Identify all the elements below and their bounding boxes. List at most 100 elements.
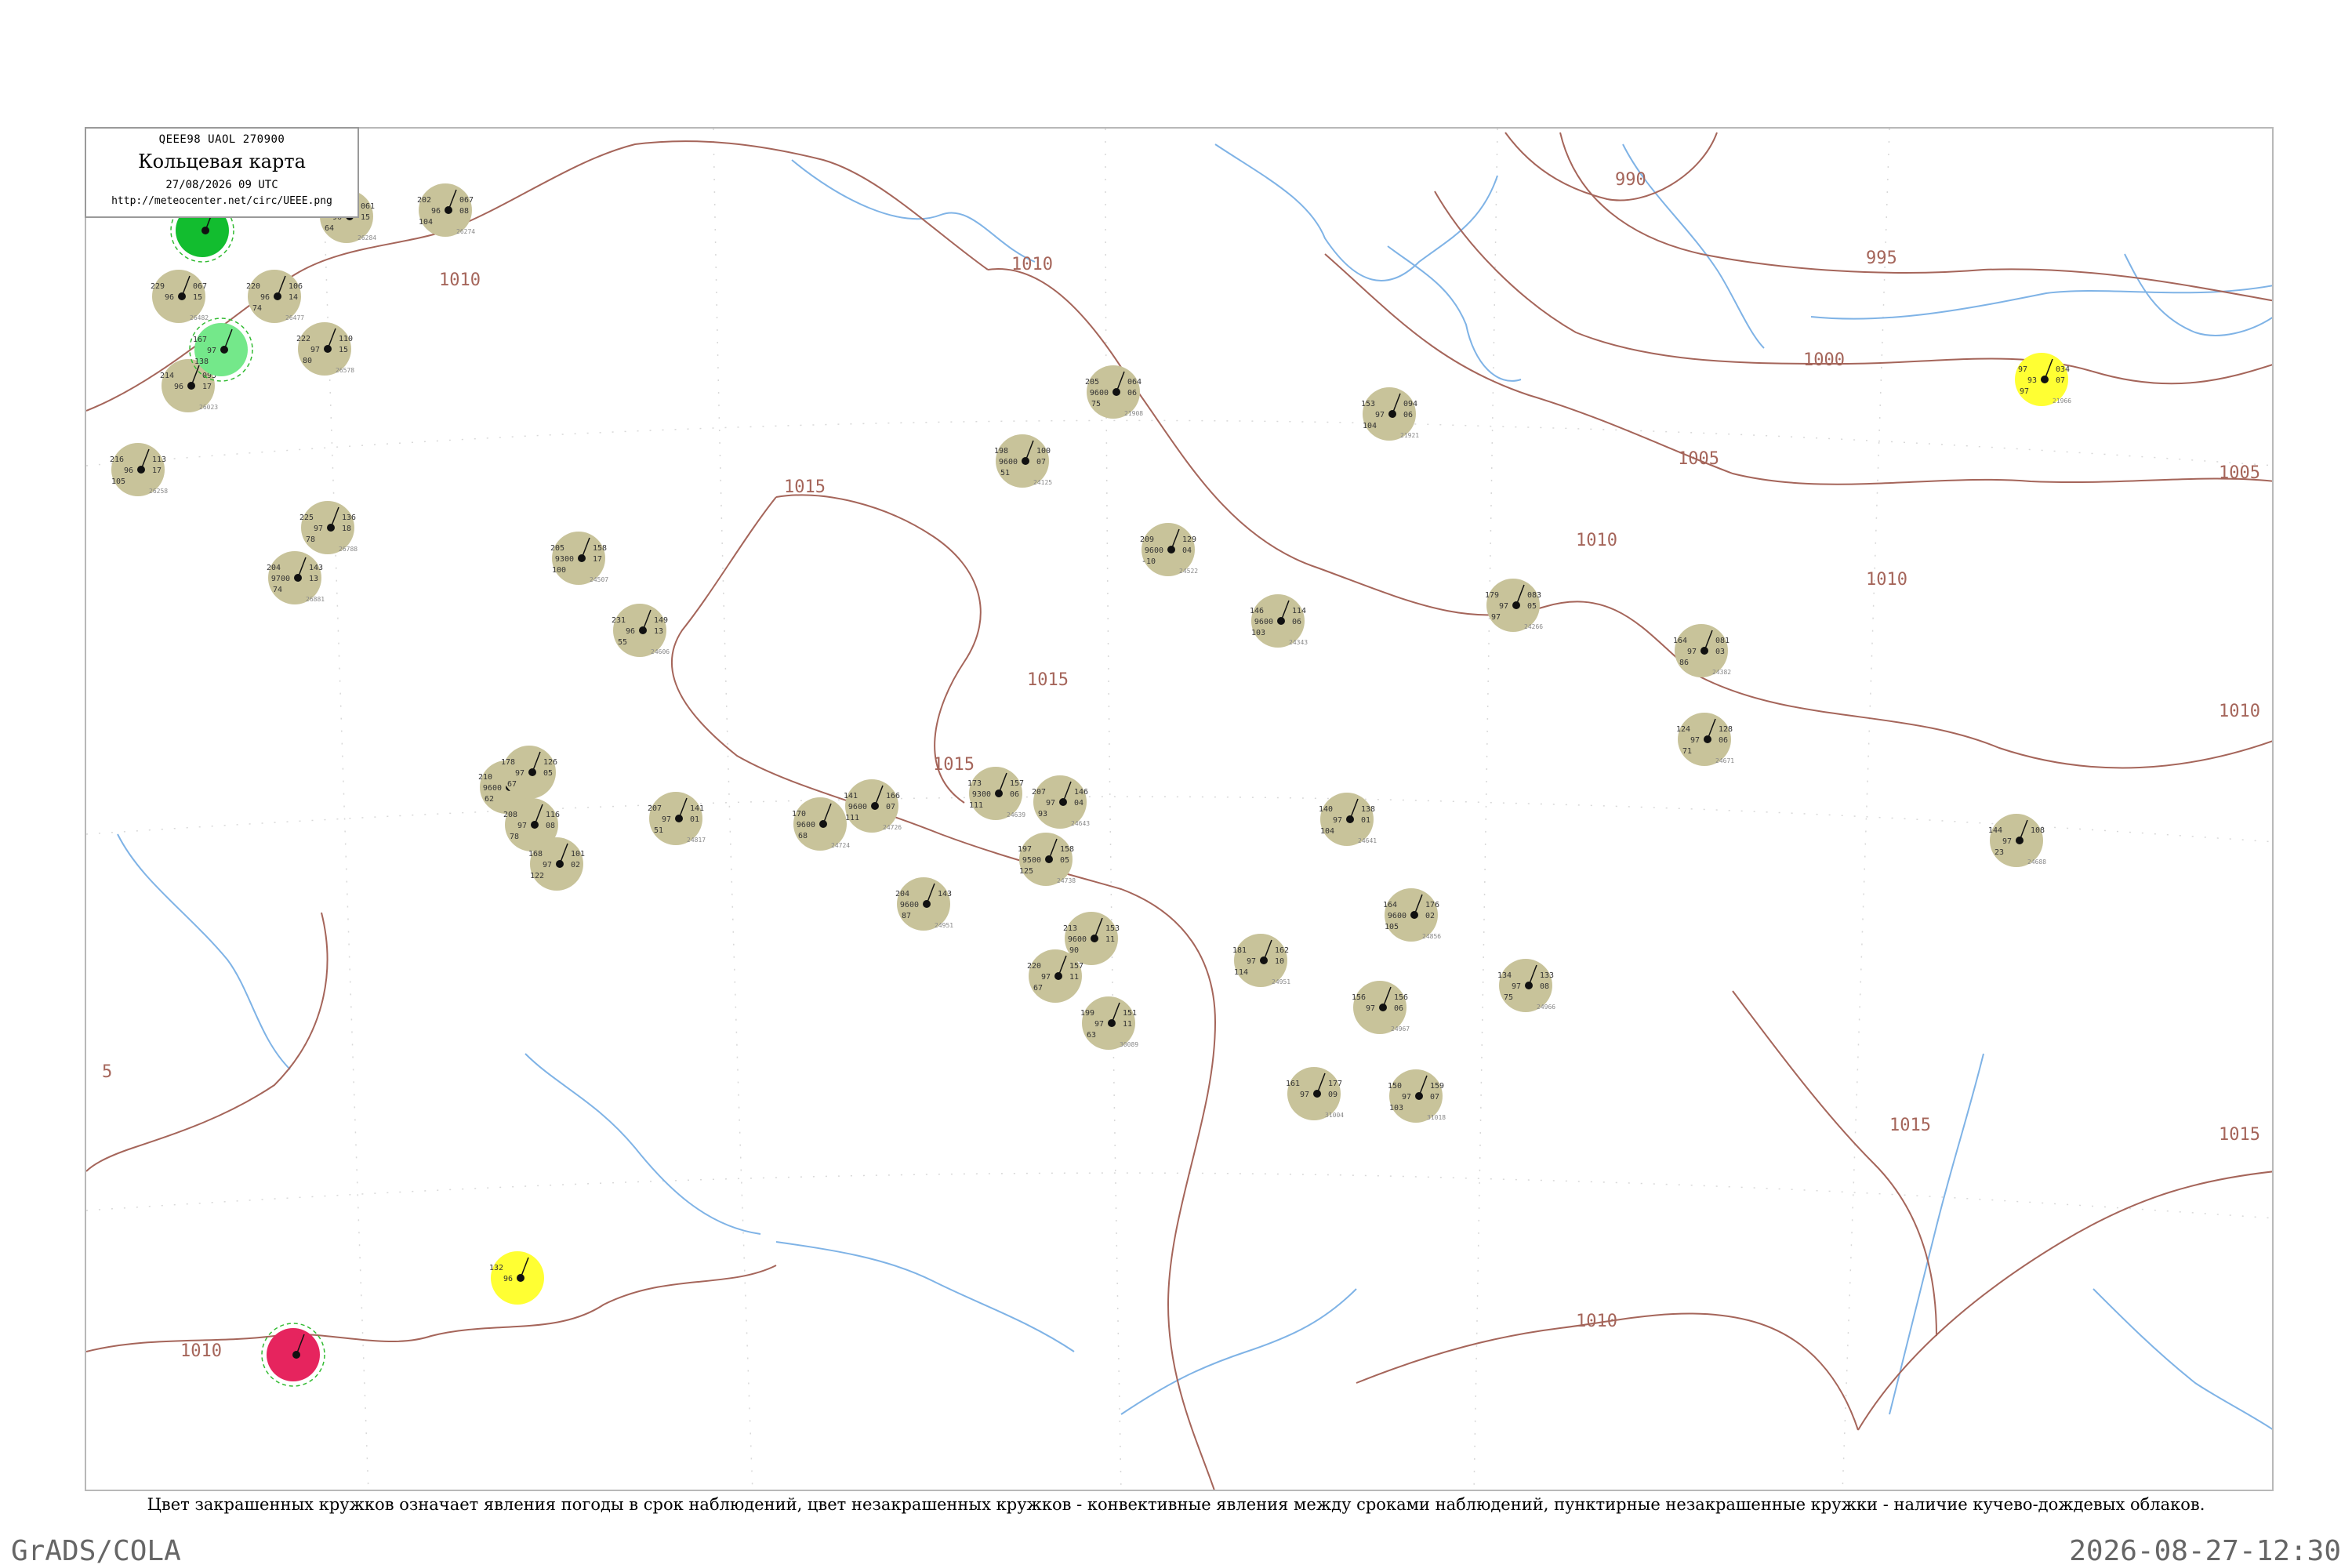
station-value: 164 (1673, 637, 1687, 645)
station-value: 63 (1087, 1031, 1096, 1040)
station-value: 67 (1033, 984, 1043, 993)
station-value: 11 (1123, 1020, 1132, 1029)
station-value: 114 (1234, 968, 1248, 977)
station-plot[interactable]: 12497 71 128 06 24671 (1676, 713, 1734, 766)
station-id: 21921 (1400, 432, 1419, 439)
station-plot[interactable]: 9793970340721966 (2015, 353, 2071, 406)
station-value: 149 (654, 616, 668, 625)
station-id: 31004 (1325, 1112, 1344, 1119)
station-plot[interactable]: 204 9600 87 143 24951 (895, 877, 953, 931)
station-plot[interactable]: 13296 (489, 1251, 544, 1305)
station-plot[interactable]: 20296 104 067 08 26274 (417, 183, 475, 237)
station-value: 167 (193, 336, 207, 344)
station-value: 97 (1375, 411, 1385, 419)
station-plot[interactable]: 13497 75 133 08 24966 (1497, 959, 1555, 1012)
station-plot[interactable]: 204 9700 74 143 13 26881 (267, 551, 325, 604)
station-plot[interactable]: 197 9500 125 158 05 24738 (1018, 833, 1076, 886)
station-plot[interactable]: 19997 63 151 11 30089 (1080, 996, 1138, 1050)
station-value: 126 (543, 758, 557, 767)
station-plot[interactable]: 16197 177 09 31004 (1286, 1067, 1344, 1120)
station-plot[interactable]: 198 9600 51 100 07 24125 (994, 434, 1052, 488)
station-plot[interactable]: 15097 103 159 07 31018 (1388, 1069, 1446, 1123)
station-value: 9300 (972, 790, 991, 799)
station-value: 9300 (555, 555, 574, 564)
station-value: 104 (419, 218, 433, 227)
station-value: 114 (1292, 607, 1306, 615)
station-value: 90 (1069, 946, 1079, 955)
station-id: 24967 (1391, 1025, 1410, 1033)
isobar-1000 (1434, 191, 2272, 385)
station-value: 23 (1994, 848, 2004, 857)
station-value: 081 (1715, 637, 1730, 645)
station-value: 97 (1247, 957, 1256, 966)
map-url[interactable]: http://meteocenter.net/circ/UEEE.png (86, 195, 358, 207)
station-plot[interactable]: 22597 78 136 18 26788 (299, 501, 358, 554)
station-id: 26284 (358, 234, 376, 241)
isobar-990 (1504, 132, 1718, 201)
river (117, 833, 291, 1070)
station-value: 138 (194, 358, 209, 366)
station-plot[interactable]: 146 9600 103 114 06 24343 (1250, 594, 1308, 648)
station-value: 15 (339, 346, 348, 354)
station-value: 141 (844, 792, 858, 800)
station-value: 97 (1366, 1004, 1375, 1013)
station-value: 146 (1074, 788, 1088, 797)
station-value: 17 (202, 383, 212, 391)
station-value: 113 (152, 456, 166, 464)
station-plot[interactable]: 164 9600 105 176 02 24856 (1383, 888, 1441, 942)
isobar-label: 1005 (1678, 449, 1719, 469)
station-plot[interactable]: 17997970830524266 (1485, 579, 1543, 632)
station-value: 067 (193, 282, 207, 291)
station-plot[interactable]: 22996 067 15 26482 (151, 270, 209, 323)
station-plot[interactable]: 23196 55 149 13 24606 (612, 604, 670, 657)
river (1889, 1053, 1984, 1415)
station-plot[interactable]: 16497 86 081 03 24382 (1673, 624, 1731, 677)
station-plot[interactable]: 14497 23 108 24688 (1988, 814, 2046, 867)
station-plot[interactable]: 205 9300 100 158 17 24507 (550, 532, 608, 585)
station-value: 103 (1251, 629, 1265, 637)
station-value: 11 (1069, 973, 1079, 982)
station-value: 06 (1127, 389, 1137, 397)
station-value: 178 (501, 758, 515, 767)
station-plot[interactable]: 14097 104 138 01 24641 (1319, 793, 1377, 846)
station-plot[interactable]: 15397 104 094 06 21921 (1361, 387, 1419, 441)
station-value: 9600 (483, 784, 502, 793)
station-value: 08 (459, 207, 469, 216)
station-plot[interactable]: 205 9600 75 064 06 21908 (1085, 365, 1143, 419)
station-plot[interactable]: 156971560624967 (1352, 981, 1410, 1034)
station-plot[interactable]: 22297 80 110 15 26578 (296, 322, 354, 376)
station-value: 78 (306, 535, 315, 544)
station-plot[interactable]: 20797 51 141 01 24817 (648, 792, 706, 845)
station-value: 15 (361, 213, 370, 222)
station-plot[interactable]: 209 9600 -10 129 04 24522 (1140, 523, 1198, 576)
station-plot[interactable]: 20797 93 146 04 24643 (1032, 775, 1090, 829)
isobar-label: 1010 (1576, 1312, 1617, 1331)
graticule-line (86, 419, 2272, 466)
station-value: 210 (478, 773, 492, 782)
station-value: 08 (546, 822, 555, 830)
station-plot[interactable]: 21696 105 113 17 26258 (110, 443, 168, 496)
river (791, 159, 1036, 263)
station-value: 05 (1527, 602, 1537, 611)
river (1214, 143, 1498, 281)
station-value: 181 (1232, 946, 1247, 955)
station-plot[interactable]: 170 9600 68 24724 (792, 797, 850, 851)
station-value: 15 (193, 293, 202, 302)
station-plot[interactable]: 18197 114 162 10 24951 (1232, 934, 1290, 987)
station-plot[interactable]: 173 9300 111 157 06 24639 (967, 767, 1025, 820)
station-id: 24966 (1537, 1004, 1555, 1011)
station-plot[interactable]: 22096 74 106 14 26477 (246, 270, 304, 323)
station-value: 97 (1512, 982, 1521, 991)
station-id: 24738 (1057, 877, 1076, 884)
station-id: 24817 (687, 837, 706, 844)
station-plot[interactable]: 16797 138 (189, 318, 253, 382)
station-value: 153 (1361, 400, 1375, 408)
isobar-labels: 9909951000100510051010101010101010101010… (102, 170, 2260, 1361)
station-value: 9600 (1388, 912, 1406, 920)
station-value: 97 (1690, 736, 1700, 745)
station-plot[interactable] (261, 1323, 325, 1387)
station-value: 03 (1715, 648, 1725, 656)
station-plot[interactable]: 141 9600 111 166 07 24726 (844, 779, 902, 833)
isobar-label: 1015 (784, 477, 826, 497)
station-value: 78 (510, 833, 519, 841)
